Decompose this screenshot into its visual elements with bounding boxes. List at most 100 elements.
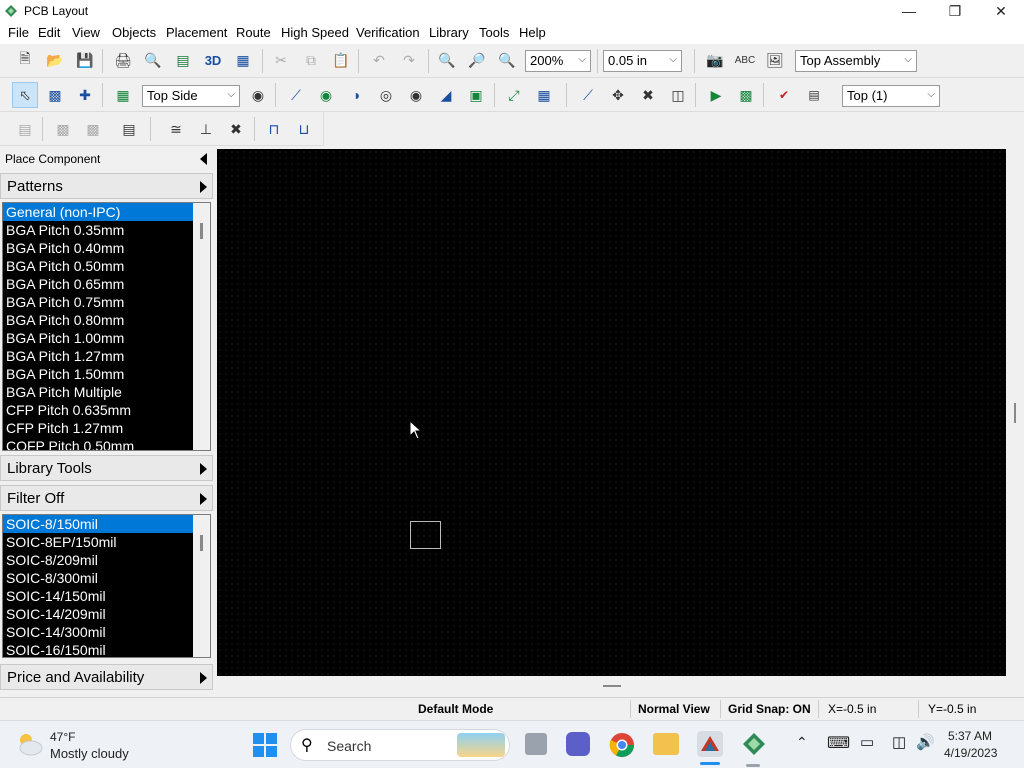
paste-icon[interactable]: 📋 [328,47,354,73]
volume-icon[interactable]: 🔊 [916,733,935,751]
canvas-horizontal-scrollbar[interactable] [217,676,1006,696]
list-item[interactable]: SOIC-14/209mil [3,605,194,623]
teams-chat-icon[interactable] [566,732,590,756]
library-tools-header[interactable]: Library Tools [0,455,213,481]
list-item[interactable]: BGA Pitch 0.75mm [3,293,194,311]
play-icon[interactable]: ▶ [703,82,729,108]
zoom-fit-icon[interactable]: 🔍 [494,47,520,73]
status-grid-snap[interactable]: Grid Snap: ON [728,702,811,716]
redo-icon[interactable]: ↷ [396,47,422,73]
drc-report-icon[interactable]: ▤ [801,82,827,108]
crosshair-icon[interactable]: ✚ [72,82,98,108]
menu-verification[interactable]: Verification [356,25,420,40]
list-item[interactable]: SOIC-14/300mil [3,623,194,641]
file-explorer-icon[interactable] [653,733,679,755]
layer-icon[interactable]: ▦ [110,82,136,108]
fanout-icon[interactable]: ⊥ [193,116,219,142]
net-icon[interactable]: ◫ [665,82,691,108]
zoom-in-icon[interactable]: 🔍 [434,47,460,73]
pen-menu-icon[interactable]: ▭ [860,733,874,751]
maximize-button[interactable]: ❐ [932,0,978,22]
properties-icon[interactable]: ▤ [116,116,142,142]
ungroup-icon[interactable]: ▩ [80,116,106,142]
zoom-select[interactable]: 200% ⌵ [525,50,591,72]
layer-select[interactable]: Top (1) ⌵ [842,85,940,107]
scroll-thumb[interactable] [1014,403,1016,423]
hole-icon[interactable]: ◉ [403,82,429,108]
list-item[interactable]: SOIC-8/150mil [3,515,194,533]
menu-route[interactable]: Route [236,25,271,40]
picture-icon[interactable]: 🖼 [762,47,788,73]
menu-file[interactable]: File [8,25,29,40]
filter-header[interactable]: Filter Off [0,485,213,511]
drc-check-icon[interactable]: ✔ [771,82,797,108]
list-item[interactable]: CFP Pitch 0.635mm [3,401,194,419]
arc-icon[interactable]: ◑ [343,82,369,108]
save-icon[interactable]: 💾 [72,47,98,73]
pcb-canvas[interactable] [217,149,1006,676]
task-view-icon[interactable] [525,733,547,755]
print-preview-icon[interactable]: 🔍 [140,47,166,73]
table-icon[interactable]: ▦ [531,82,557,108]
clock-date[interactable]: 4/19/2023 [944,746,997,760]
windows-start-icon[interactable] [253,733,277,760]
menu-objects[interactable]: Objects [112,25,156,40]
list-item[interactable]: CFP Pitch 1.27mm [3,419,194,437]
scroll-thumb[interactable] [200,223,203,239]
patterns-header[interactable]: Patterns [0,173,213,199]
list-item[interactable]: CQFP Pitch 0.50mm [3,437,194,450]
pattern-scrollbar[interactable] [193,203,210,450]
pcb-layout-taskbar-icon[interactable] [741,731,767,760]
network-icon[interactable]: ◫ [892,733,906,751]
swap-icon[interactable]: ✖ [223,116,249,142]
component-listbox[interactable]: SOIC-8/150mil SOIC-8EP/150mil SOIC-8/209… [2,514,211,658]
open-folder-icon[interactable]: 📂 [42,47,68,73]
list-item[interactable]: BGA Pitch 0.80mm [3,311,194,329]
undo-icon[interactable]: ↶ [366,47,392,73]
collapse-panel-icon[interactable] [200,153,207,165]
print-icon[interactable]: 🖨 [110,47,136,73]
via-icon[interactable]: ◉ [313,82,339,108]
assembly-select[interactable]: Top Assembly ⌵ [795,50,917,72]
pad-icon[interactable]: ◎ [373,82,399,108]
menu-high-speed[interactable]: High Speed [281,25,349,40]
pattern-listbox[interactable]: General (non-IPC) BGA Pitch 0.35mm BGA P… [2,202,211,451]
scroll-thumb[interactable] [603,685,621,687]
camera-icon[interactable]: 📷 [702,47,728,73]
board-outline-icon[interactable]: ▣ [463,82,489,108]
list-item[interactable]: BGA Pitch 1.50mm [3,365,194,383]
weather-icon[interactable] [16,731,44,760]
list-item[interactable]: BGA Pitch 0.35mm [3,221,194,239]
menu-view[interactable]: View [72,25,100,40]
group-icon[interactable]: ▩ [50,116,76,142]
canvas-vertical-scrollbar[interactable] [1006,149,1024,676]
list-item[interactable]: BGA Pitch 1.27mm [3,347,194,365]
route-trace-icon[interactable]: ⟋ [283,82,309,108]
diff-pair-icon[interactable]: ≅ [163,116,189,142]
price-availability-header[interactable]: Price and Availability [0,664,213,690]
component-outline[interactable] [410,521,441,549]
menu-help[interactable]: Help [519,25,546,40]
panelize-icon[interactable]: ▦ [230,47,256,73]
spell-check-icon[interactable]: ABC [732,47,758,73]
list-item[interactable]: BGA Pitch Multiple [3,383,194,401]
menu-edit[interactable]: Edit [38,25,60,40]
minimize-button[interactable]: — [886,0,932,22]
list-item[interactable]: SOIC-16/150mil [3,641,194,657]
tune-length-icon[interactable]: ⊓ [261,116,287,142]
scroll-thumb[interactable] [200,535,203,551]
list-item[interactable]: BGA Pitch 0.50mm [3,257,194,275]
new-file-icon[interactable]: 🗎 [12,47,38,73]
list-item[interactable]: SOIC-14/150mil [3,587,194,605]
menu-library[interactable]: Library [429,25,469,40]
route-icon[interactable]: ⟋ [575,82,601,108]
close-button[interactable]: ✕ [978,0,1024,22]
align-icon[interactable]: ▤ [12,116,38,142]
keyboard-icon[interactable]: ⌨ [827,733,850,753]
report-icon[interactable]: ▤ [170,47,196,73]
list-item[interactable]: BGA Pitch 0.65mm [3,275,194,293]
autoroute-icon[interactable]: ▩ [733,82,759,108]
list-item[interactable]: General (non-IPC) [3,203,194,221]
taskbar-search-box[interactable]: ⚲ Search [290,729,510,761]
binoculars-icon[interactable]: ◉ [245,82,271,108]
